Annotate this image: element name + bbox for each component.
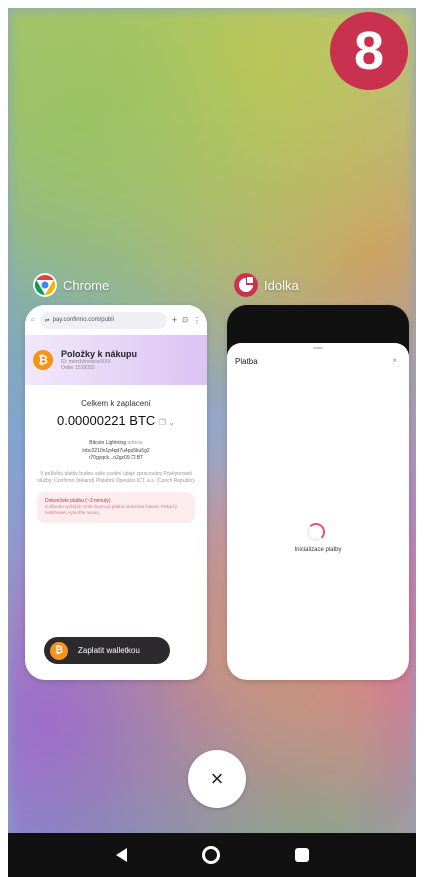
url-text: pay.confirmo.com/publi	[52, 317, 114, 323]
idolka-task-card[interactable]: Platba × Inicializace platby	[227, 305, 409, 680]
network-label: Bitcoin Lightning	[89, 440, 126, 446]
total-label: Celkem k zaplacení	[81, 399, 151, 408]
tab-switcher-icon: ⊡	[182, 317, 188, 324]
sheet-handle[interactable]	[313, 347, 323, 349]
payment-sheet: Platba × Inicializace platby	[227, 343, 409, 680]
warning-box: Dokončete platbu (~3 minuty) Z důvodu ry…	[37, 491, 195, 523]
idolka-icon	[234, 273, 258, 297]
pay-with-wallet-button[interactable]: ₿ Zaplatit walletkou	[44, 637, 170, 664]
merchant-header: ₿ Položky k nákupu ID: merch/invoice/XXX…	[25, 335, 207, 385]
step-badge: 8	[330, 12, 408, 90]
menu-icon: ⋮	[193, 315, 201, 325]
site-info-icon: ⇌	[44, 317, 50, 324]
privacy-info: V průběhu platby budou vaše osobní údaje…	[37, 470, 195, 485]
url-bar[interactable]: ⇌ pay.confirmo.com/publi	[39, 311, 167, 329]
recents-icon[interactable]	[294, 848, 309, 862]
chrome-toolbar: ⌂ ⇌ pay.confirmo.com/publi + ⊡ ⋮	[25, 305, 207, 335]
network-suffix: adresa	[127, 440, 143, 446]
network-line: Bitcoin Lightning adresa	[33, 440, 199, 448]
chrome-icon	[33, 273, 57, 297]
bitcoin-icon: ₿	[33, 350, 53, 370]
loading-text: Inicializace platby	[294, 547, 342, 553]
chrome-task-card[interactable]: ⌂ ⇌ pay.confirmo.com/publi + ⊡ ⋮ ₿ Polož…	[25, 305, 207, 680]
idolka-label: Idolka	[264, 277, 299, 293]
wallet-button-label: Zaplatit walletkou	[78, 646, 140, 655]
home-button-icon[interactable]	[201, 846, 220, 864]
merchant-title: Položky k nákupu	[61, 349, 138, 359]
sheet-title: Platba	[235, 357, 258, 366]
payment-body: Celkem k zaplacení 0.00000221 BTC ❐ ⌄ Bi…	[25, 385, 207, 531]
home-icon: ⌂	[31, 317, 35, 323]
chrome-app-label[interactable]: Chrome	[33, 273, 109, 297]
bitcoin-icon: ₿	[50, 641, 68, 660]
address-line-2[interactable]: r70gyqck...o2gz09 ❐ BT	[33, 455, 199, 463]
chrome-label: Chrome	[63, 277, 110, 293]
address-line-1: lnbc2210n1p4qd7u4pp5ku5g2	[82, 447, 150, 454]
recents-screen: 8 Chrome Idolka ⌂ ⇌ pay.confirmo.com/pub…	[8, 8, 416, 877]
warning-text: Z důvodu rychlých změn kurzu je platba o…	[45, 503, 178, 516]
navigation-bar	[8, 833, 416, 877]
order-number: Order 1510050	[61, 365, 95, 371]
close-all-button[interactable]: ×	[188, 750, 246, 808]
close-icon[interactable]: ×	[392, 356, 397, 365]
copy-icon[interactable]: ❐ ⌄	[159, 418, 175, 427]
loading-spinner	[307, 523, 325, 541]
back-icon[interactable]	[115, 848, 127, 862]
btc-amount: 0.00000221 BTC ❐ ⌄	[56, 413, 176, 428]
new-tab-icon: +	[171, 315, 178, 325]
idolka-app-label[interactable]: Idolka	[234, 273, 299, 297]
